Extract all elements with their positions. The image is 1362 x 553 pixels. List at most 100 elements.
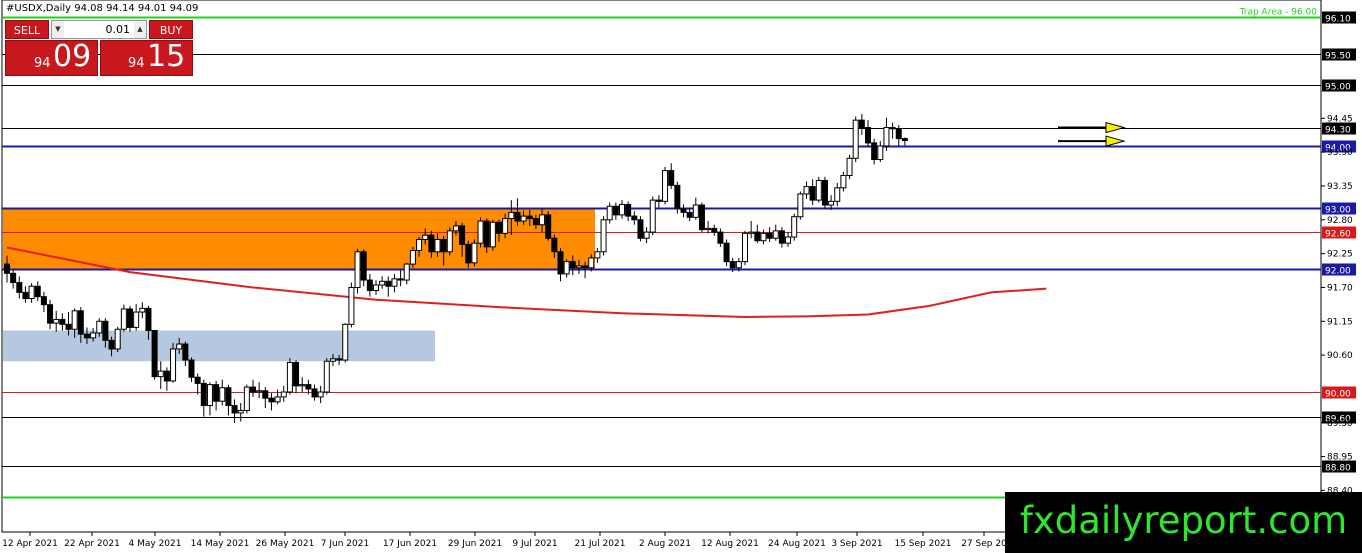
candle	[286, 361, 293, 393]
candle	[182, 343, 189, 361]
y-tick-label: 92.25	[1327, 250, 1353, 260]
candle	[34, 285, 41, 298]
x-tick-label: 24 Aug 2021	[768, 539, 826, 549]
candle	[686, 211, 693, 218]
buy-price-prefix: 94	[128, 56, 145, 71]
candle	[723, 242, 730, 263]
candle	[366, 279, 373, 292]
lot-decrease-icon[interactable]: ▼	[52, 21, 64, 38]
candle	[409, 250, 416, 265]
candle	[213, 384, 220, 402]
candle	[397, 278, 404, 281]
candle	[809, 186, 816, 201]
sell-button[interactable]: SELL	[5, 20, 49, 39]
candle	[127, 308, 133, 328]
y-tick-label: 92.80	[1327, 216, 1353, 226]
candle	[496, 221, 502, 234]
candle	[446, 230, 453, 253]
candle	[336, 358, 343, 361]
x-tick-label: 12 Aug 2021	[701, 539, 759, 549]
zone-blue	[3, 330, 435, 362]
candle	[416, 238, 423, 252]
candle	[871, 142, 878, 161]
candle	[256, 390, 263, 393]
candle	[828, 200, 835, 206]
candle	[619, 203, 625, 216]
candle	[108, 339, 115, 350]
candle	[834, 187, 841, 202]
candle	[852, 119, 859, 159]
candle	[16, 282, 23, 293]
sell-price[interactable]: 94 09	[5, 39, 98, 76]
candle	[883, 127, 890, 147]
price-chart[interactable]: 96.10 Trap Area - 96.00 95.50 95.00 94.30 94.…	[0, 0, 1362, 553]
level-tag-94.30: 94.30	[1325, 126, 1351, 136]
candle	[655, 199, 662, 202]
candle	[692, 204, 699, 218]
candle	[311, 388, 318, 398]
x-tick-label: 27 Sep 20	[961, 539, 1007, 549]
candle	[274, 396, 281, 403]
candle	[483, 220, 490, 248]
candle	[10, 272, 17, 284]
candle	[305, 384, 312, 390]
y-tick-label: 90.60	[1327, 351, 1353, 361]
candle	[47, 304, 54, 324]
x-tick-label: 3 Sep 2021	[831, 539, 882, 549]
candle	[471, 242, 478, 264]
candle	[631, 215, 638, 221]
candle	[231, 405, 238, 414]
candle	[465, 243, 472, 264]
candle	[53, 318, 60, 324]
candle	[323, 360, 330, 393]
x-tick-label: 2 Aug 2021	[639, 539, 691, 549]
candle	[434, 238, 441, 253]
candle	[575, 265, 582, 269]
y-tick-label: 88.95	[1327, 453, 1353, 463]
y-tick-label: 91.15	[1327, 317, 1353, 327]
buy-button[interactable]: BUY	[149, 20, 193, 39]
candle	[151, 330, 158, 378]
candle	[77, 310, 84, 335]
candle	[674, 184, 681, 210]
candle	[791, 216, 798, 238]
chart-title: #USDX,Daily 94.08 94.14 94.01 94.09	[6, 3, 199, 14]
level-tag-95.50: 95.50	[1325, 52, 1351, 62]
lot-size-stepper[interactable]: ▼ 0.01 ▲	[51, 20, 147, 39]
candle	[139, 307, 146, 313]
candle	[428, 234, 435, 253]
lot-increase-icon[interactable]: ▲	[134, 21, 146, 38]
candle	[133, 311, 140, 328]
candle	[114, 328, 121, 350]
candle	[452, 225, 459, 232]
candle	[797, 193, 804, 218]
x-tick-label: 4 May 2021	[129, 539, 182, 549]
candle	[459, 225, 466, 245]
candle	[705, 227, 712, 231]
level-tag-88.80: 88.80	[1325, 464, 1351, 474]
candle	[477, 220, 484, 244]
sell-price-pips: 09	[53, 39, 92, 74]
candle	[526, 215, 533, 220]
candle	[225, 387, 232, 407]
candle	[766, 232, 773, 239]
buy-price[interactable]: 94 15	[100, 39, 193, 76]
candle	[360, 251, 367, 281]
candle	[280, 391, 287, 398]
candle	[354, 251, 361, 288]
candle	[83, 333, 90, 339]
candle	[243, 386, 250, 411]
candle	[545, 214, 552, 239]
y-tick-label: 94.45	[1327, 114, 1353, 124]
candle	[520, 215, 527, 222]
x-tick-label: 21 Jul 2021	[575, 539, 626, 549]
candle	[588, 257, 595, 269]
candle	[200, 382, 207, 407]
candle	[188, 359, 195, 378]
lot-size-input[interactable]: 0.01	[66, 21, 132, 38]
zone-orange	[3, 207, 595, 269]
level-tag-90.00: 90.00	[1325, 390, 1351, 400]
candle	[262, 390, 269, 399]
candle	[422, 234, 429, 240]
candle	[840, 175, 847, 189]
